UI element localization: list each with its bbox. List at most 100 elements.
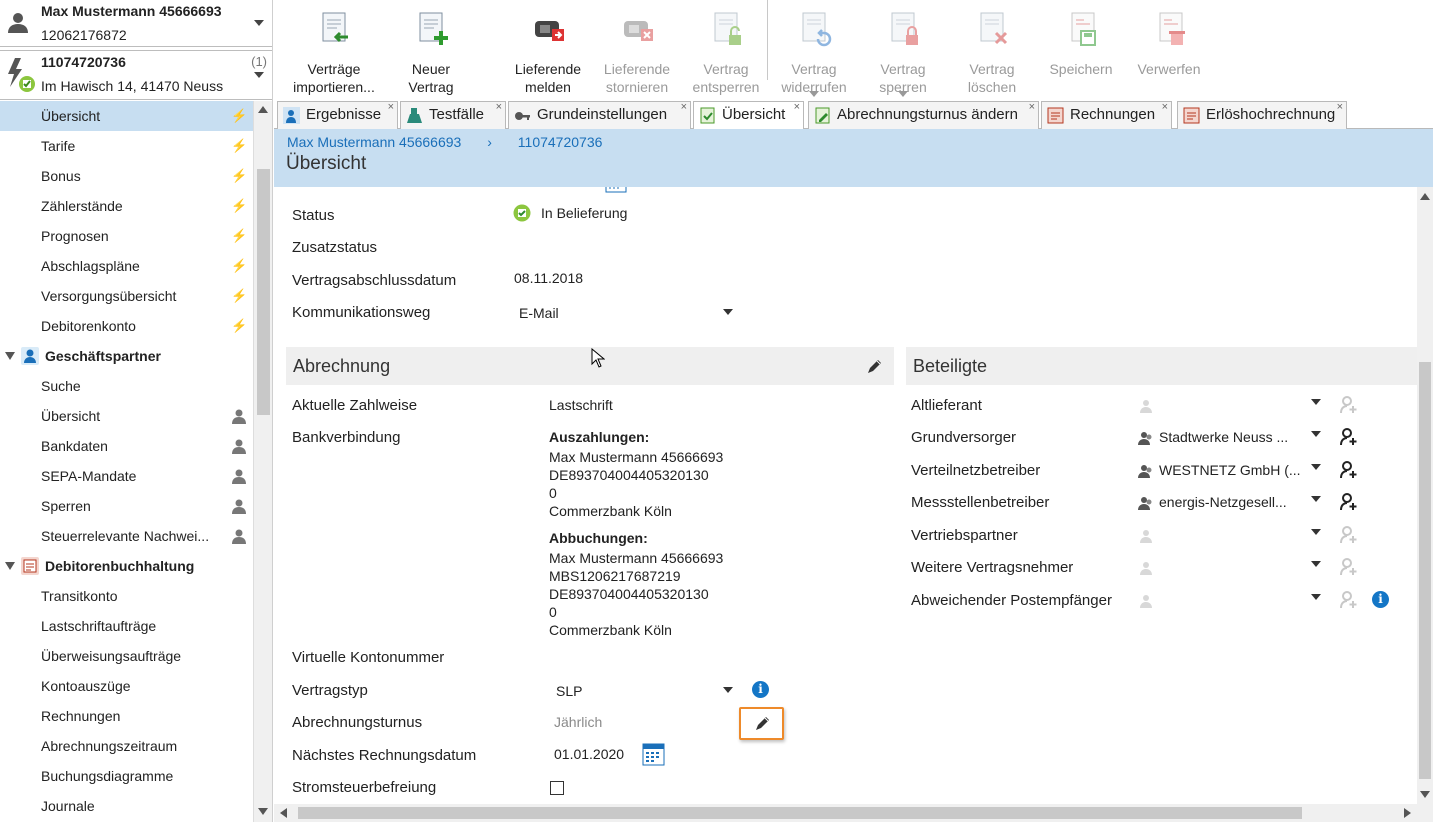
edit-turnus-button[interactable] bbox=[739, 707, 784, 740]
nav-item-tarife[interactable]: Tarife ⚡ bbox=[0, 131, 253, 161]
stromsteuerbefreiung-checkbox[interactable] bbox=[550, 781, 564, 795]
scroll-right-arrow-icon[interactable] bbox=[1404, 808, 1411, 818]
contract-import-icon bbox=[322, 12, 348, 43]
nav-item-buchungsdiagramme[interactable]: Buchungsdiagramme bbox=[0, 761, 253, 791]
add-person-icon[interactable] bbox=[1340, 396, 1358, 414]
nav-item-sepa-mandate[interactable]: SEPA-Mandate bbox=[0, 461, 253, 491]
nav-item-ueberweisungsauftraege[interactable]: Überweisungsaufträge bbox=[0, 641, 253, 671]
verteilnetzbetreiber-value[interactable]: WESTNETZ GmbH (... bbox=[1159, 462, 1301, 478]
tab-testfaelle[interactable]: Testfälle × bbox=[400, 101, 506, 129]
grundversorger-value[interactable]: Stadtwerke Neuss ... bbox=[1159, 429, 1288, 445]
collapse-triangle-icon[interactable] bbox=[5, 562, 15, 570]
nav-item-suche[interactable]: Suche bbox=[0, 371, 253, 401]
nav-item-bonus[interactable]: Bonus ⚡ bbox=[0, 161, 253, 191]
close-icon[interactable]: × bbox=[1029, 94, 1035, 120]
close-icon[interactable]: × bbox=[1162, 94, 1168, 120]
discard-button[interactable]: Verwerfen bbox=[1124, 8, 1214, 98]
add-person-icon[interactable] bbox=[1340, 591, 1358, 609]
nav-scrollbar[interactable] bbox=[253, 101, 272, 822]
unlock-contract-button[interactable]: Vertrag entsperren bbox=[681, 8, 771, 98]
nav-item-rechnungen[interactable]: Rechnungen bbox=[0, 701, 253, 731]
tab-erloeshochrechnung[interactable]: Erlöshochrechnung × bbox=[1177, 101, 1347, 129]
chevron-down-icon[interactable] bbox=[254, 20, 264, 26]
breadcrumb-contract[interactable]: 11074720736 bbox=[518, 134, 603, 150]
tab-uebersicht[interactable]: Übersicht × bbox=[693, 101, 804, 130]
nav-item-prognosen[interactable]: Prognosen ⚡ bbox=[0, 221, 253, 251]
scroll-down-arrow-icon[interactable] bbox=[1420, 791, 1430, 798]
calendar-icon[interactable] bbox=[605, 187, 627, 193]
horizontal-scroll-thumb[interactable] bbox=[298, 807, 1302, 819]
collapse-triangle-icon[interactable] bbox=[5, 352, 15, 360]
messstellenbetreiber-value[interactable]: energis-Netzgesell... bbox=[1159, 494, 1287, 510]
chevron-down-icon[interactable] bbox=[1311, 496, 1321, 502]
chevron-down-icon[interactable] bbox=[1311, 399, 1321, 405]
content-horizontal-scrollbar[interactable] bbox=[274, 804, 1417, 822]
scroll-up-arrow-icon[interactable] bbox=[258, 106, 268, 113]
edit-pencil-icon[interactable] bbox=[866, 358, 883, 375]
info-icon[interactable]: i bbox=[752, 681, 769, 698]
kommunikationsweg-select[interactable]: E-Mail bbox=[514, 299, 738, 325]
delete-contract-button[interactable]: Vertrag löschen bbox=[947, 8, 1037, 98]
customer-context[interactable]: Max Mustermann 45666693 12062176872 bbox=[0, 0, 272, 47]
scroll-left-arrow-icon[interactable] bbox=[280, 808, 287, 818]
chevron-down-icon[interactable] bbox=[254, 72, 264, 78]
tab-rechnungen[interactable]: Rechnungen × bbox=[1041, 101, 1172, 129]
nav-item-kontoauszuege[interactable]: Kontoauszüge bbox=[0, 671, 253, 701]
nav-item-uebersicht[interactable]: Übersicht ⚡ bbox=[0, 101, 253, 131]
nav-item-zaehlerstaende[interactable]: Zählerstände ⚡ bbox=[0, 191, 253, 221]
chevron-down-icon[interactable] bbox=[1311, 431, 1321, 437]
scroll-down-arrow-icon[interactable] bbox=[258, 808, 268, 815]
import-contracts-button[interactable]: Verträge importieren... bbox=[289, 8, 379, 98]
close-icon[interactable]: × bbox=[388, 94, 394, 120]
chevron-down-icon[interactable] bbox=[1311, 561, 1321, 567]
cancel-delivery-end-button[interactable]: Lieferende stornieren bbox=[592, 8, 682, 98]
scroll-up-arrow-icon[interactable] bbox=[1420, 193, 1430, 200]
breadcrumb-customer[interactable]: Max Mustermann 45666693 bbox=[287, 134, 461, 150]
close-icon[interactable]: × bbox=[681, 94, 687, 120]
close-icon[interactable]: × bbox=[1337, 94, 1343, 120]
verteilnetzbetreiber-label: Verteilnetzbetreiber bbox=[911, 462, 1041, 479]
add-person-icon[interactable] bbox=[1340, 428, 1358, 446]
nav-item-versorgungsuebersicht[interactable]: Versorgungsübersicht ⚡ bbox=[0, 281, 253, 311]
nav-item-debitorenkonto[interactable]: Debitorenkonto ⚡ bbox=[0, 311, 253, 341]
add-person-icon[interactable] bbox=[1340, 526, 1358, 544]
naechstes-rechnungsdatum-value[interactable]: 01.01.2020 bbox=[554, 746, 624, 762]
nav-group-debitorenbuchhaltung[interactable]: Debitorenbuchhaltung bbox=[0, 551, 253, 581]
revoke-contract-button[interactable]: Vertrag widerrufen bbox=[769, 8, 859, 98]
save-button[interactable]: Speichern bbox=[1036, 8, 1126, 98]
vertragstyp-select[interactable]: SLP bbox=[551, 677, 737, 703]
nav-group-geschaeftspartner[interactable]: Geschäftspartner bbox=[0, 341, 253, 371]
tab-abrechnungsturnus-aendern[interactable]: Abrechnungsturnus ändern × bbox=[808, 101, 1039, 129]
tab-grundeinstellungen[interactable]: Grundeinstellungen × bbox=[508, 101, 691, 129]
nav-item-sperren[interactable]: Sperren bbox=[0, 491, 253, 521]
nav-item-lastschriftauftraege[interactable]: Lastschriftaufträge bbox=[0, 611, 253, 641]
tab-ergebnisse[interactable]: Ergebnisse × bbox=[277, 101, 398, 129]
nav-item-journale[interactable]: Journale bbox=[0, 791, 253, 821]
calendar-icon[interactable] bbox=[642, 742, 665, 766]
add-person-icon[interactable] bbox=[1340, 461, 1358, 479]
lock-contract-button[interactable]: Vertrag sperren bbox=[858, 8, 948, 98]
add-person-icon[interactable] bbox=[1340, 493, 1358, 511]
nav-item-transitkonto[interactable]: Transitkonto bbox=[0, 581, 253, 611]
chevron-down-icon[interactable] bbox=[1311, 464, 1321, 470]
add-person-icon[interactable] bbox=[1340, 558, 1358, 576]
content-scroll-thumb[interactable] bbox=[1419, 362, 1431, 779]
new-contract-button[interactable]: Neuer Vertrag bbox=[386, 8, 476, 98]
nav-scroll-thumb[interactable] bbox=[257, 169, 270, 415]
nav-item-abschlagsplaene[interactable]: Abschlagspläne ⚡ bbox=[0, 251, 253, 281]
chevron-down-icon[interactable] bbox=[1311, 594, 1321, 600]
info-icon[interactable]: i bbox=[1372, 591, 1389, 608]
chevron-down-icon[interactable] bbox=[1311, 529, 1321, 535]
chevron-down-icon[interactable] bbox=[809, 91, 819, 97]
close-icon[interactable]: × bbox=[794, 94, 800, 120]
nav-item-abrechnungszeitraum[interactable]: Abrechnungszeitraum bbox=[0, 731, 253, 761]
chevron-down-icon[interactable] bbox=[898, 91, 908, 97]
page-title: Übersicht bbox=[286, 153, 367, 174]
contract-context[interactable]: 11074720736 Im Hawisch 14, 41470 Neuss (… bbox=[0, 50, 272, 100]
content-vertical-scrollbar[interactable] bbox=[1417, 187, 1433, 804]
report-delivery-end-button[interactable]: Lieferende melden bbox=[503, 8, 593, 98]
nav-item-bankdaten[interactable]: Bankdaten bbox=[0, 431, 253, 461]
nav-item-partner-uebersicht[interactable]: Übersicht bbox=[0, 401, 253, 431]
close-icon[interactable]: × bbox=[496, 94, 502, 120]
nav-item-steuerrelevante-nachweise[interactable]: Steuerrelevante Nachwei... bbox=[0, 521, 253, 551]
